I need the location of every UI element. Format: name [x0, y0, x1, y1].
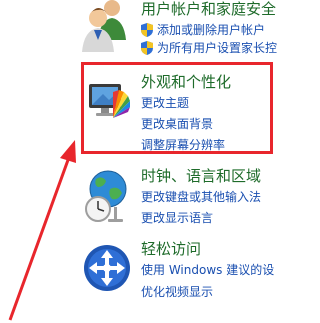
annotation-arrow [8, 140, 76, 321]
